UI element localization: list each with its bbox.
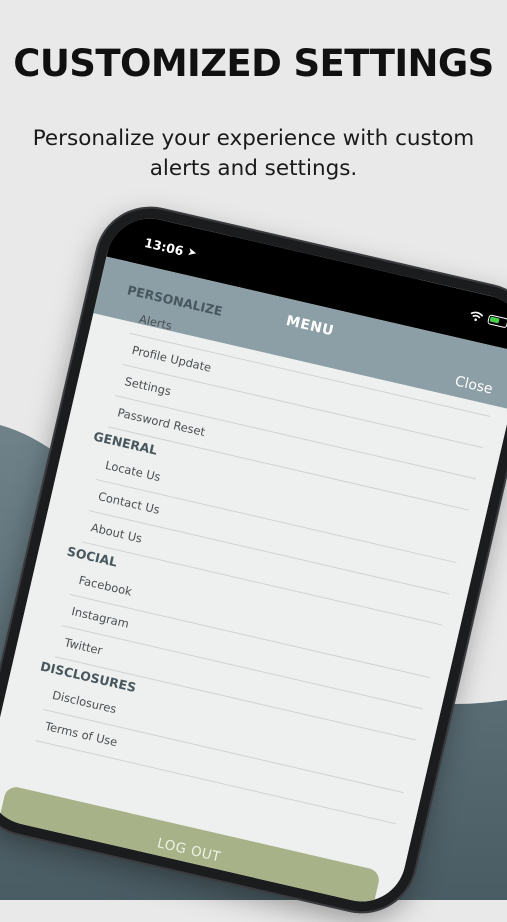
menu-item-label: Facebook [77, 572, 134, 599]
battery-charging-icon [487, 314, 507, 329]
menu-item-label: Contact Us [96, 489, 162, 517]
menu-item-label: Alerts [137, 311, 174, 333]
menu-item-label: Twitter [63, 635, 104, 658]
menu-item-label: Instagram [70, 604, 131, 631]
menu-item-label: About Us [89, 520, 144, 546]
subline: Personalize your experience with custom … [32, 126, 475, 181]
menu-item-label: Settings [123, 374, 173, 399]
location-arrow-icon: ➤ [186, 245, 198, 260]
status-time: 13:06 [142, 234, 186, 259]
menu-item-label: Disclosures [50, 687, 118, 717]
wifi-icon [470, 311, 484, 322]
headline: CUSTOMIZED SETTINGS [13, 42, 494, 85]
menu-item-label: Locate Us [104, 457, 162, 485]
